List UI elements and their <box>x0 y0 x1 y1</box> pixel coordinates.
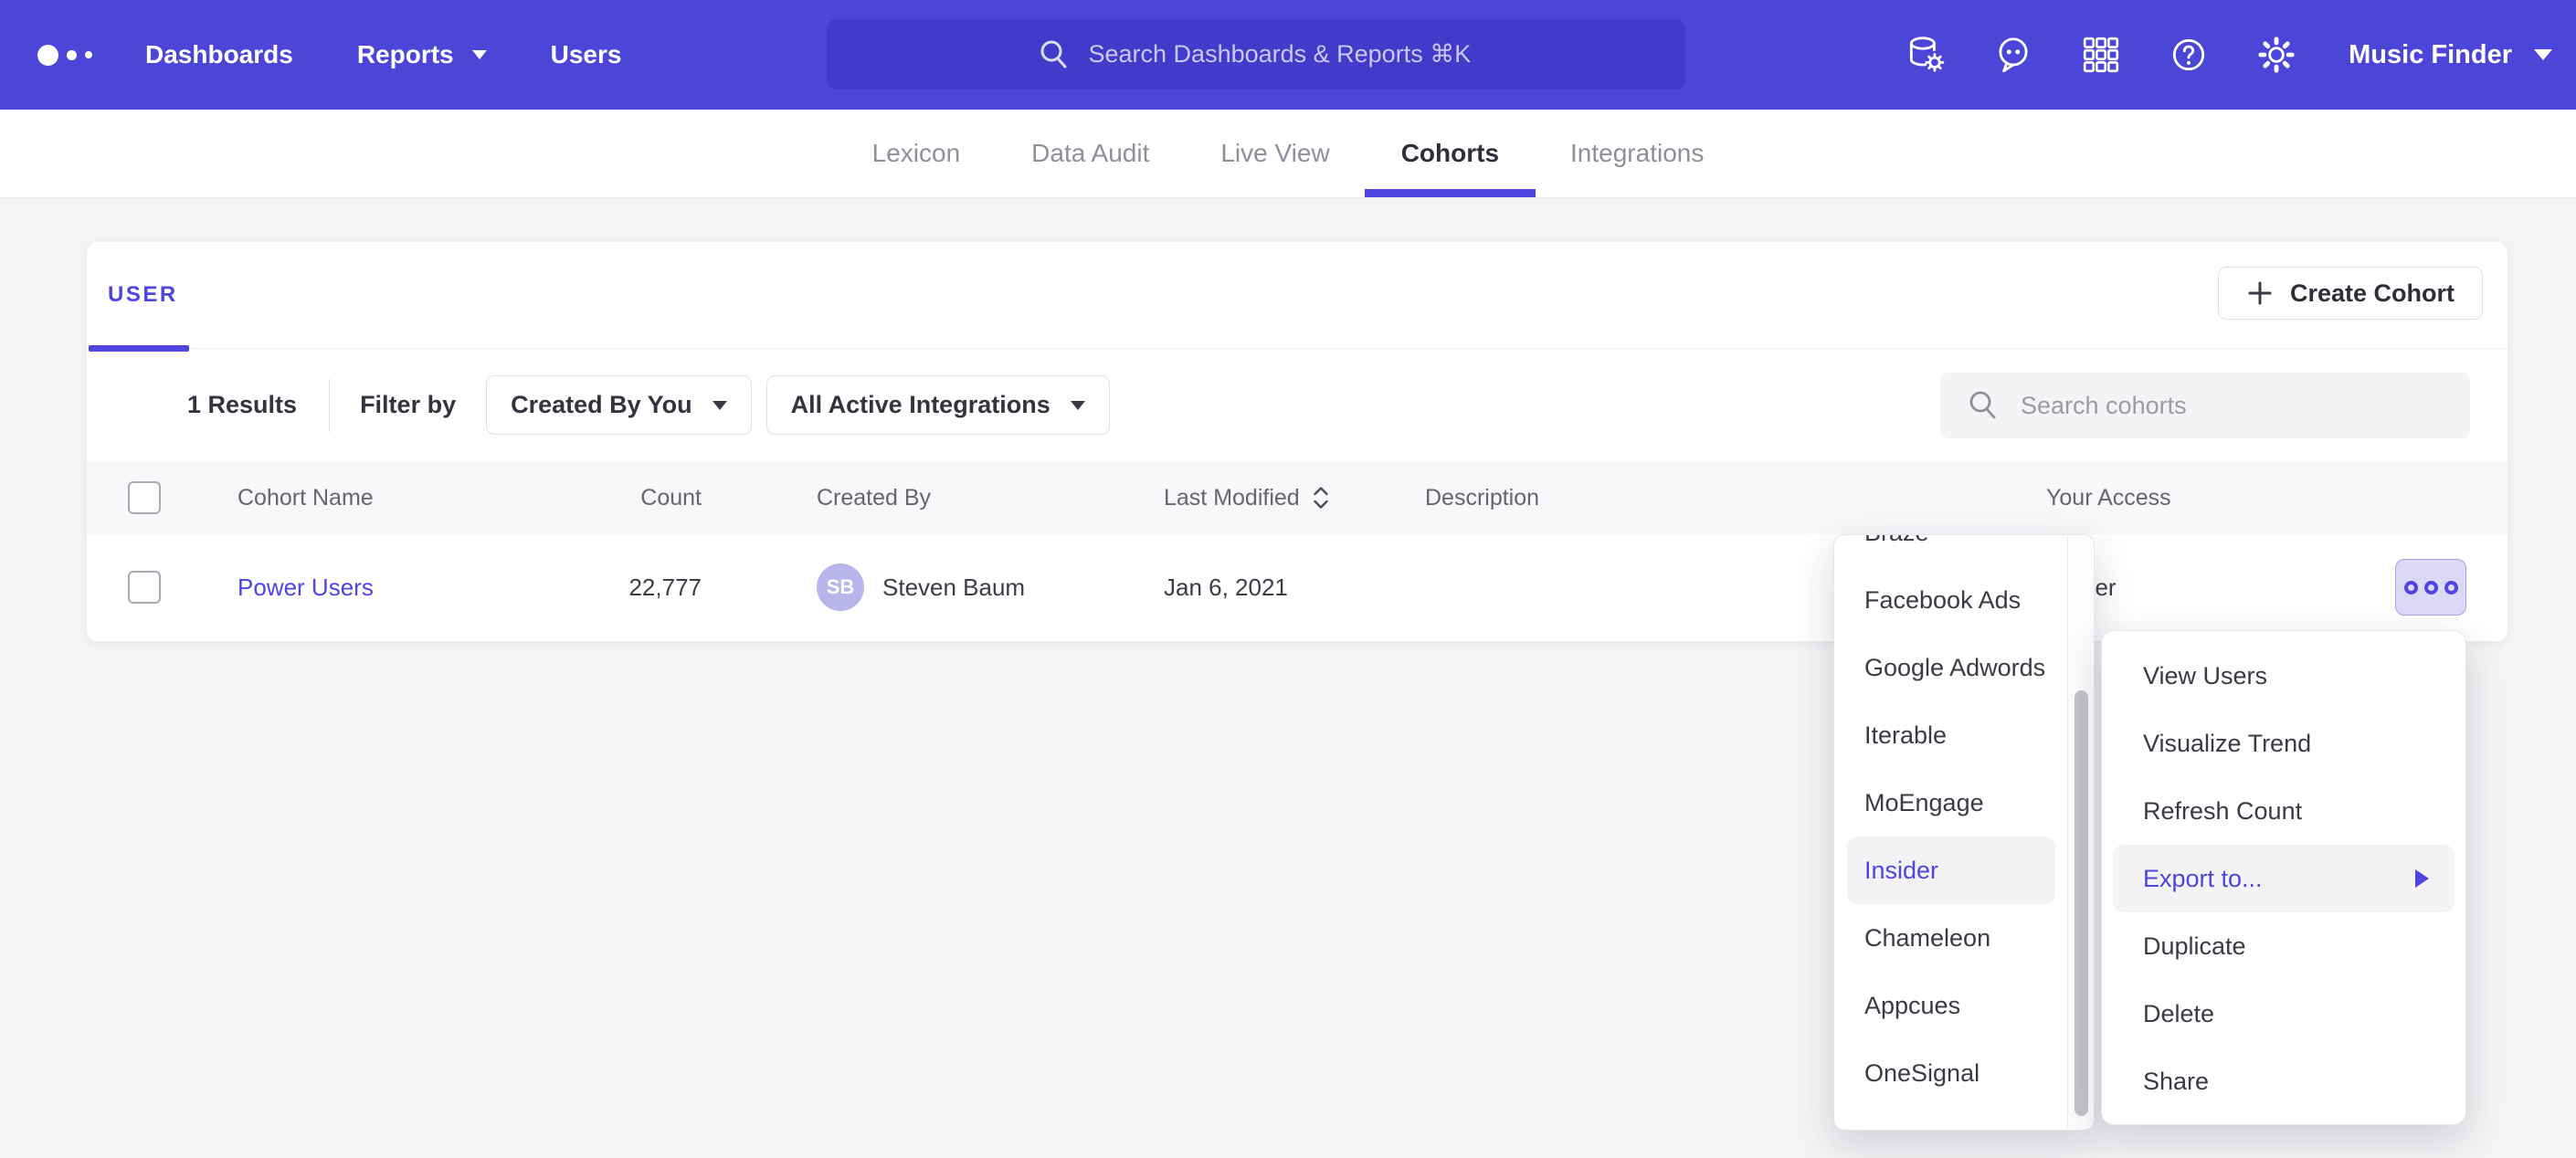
select-all-checkbox[interactable] <box>128 481 161 514</box>
chevron-down-icon <box>472 50 487 59</box>
settings-gear-icon[interactable] <box>2255 34 2297 76</box>
submenu-arrow-icon <box>2415 869 2429 888</box>
tab-integrations[interactable]: Integrations <box>1570 110 1704 197</box>
last-modified-date: Jan 6, 2021 <box>1164 574 1425 602</box>
logo-dot <box>67 50 77 60</box>
chevron-down-icon <box>2534 49 2552 60</box>
nav-dashboards[interactable]: Dashboards <box>145 40 293 69</box>
chevron-down-icon <box>1071 401 1085 410</box>
submenu-scrollbar-thumb[interactable] <box>2075 690 2088 1116</box>
menu-item-view-users[interactable]: View Users <box>2102 642 2465 710</box>
ellipsis-circle-icon <box>2404 581 2418 595</box>
menu-item-chameleon[interactable]: Chameleon <box>1834 904 2094 972</box>
menu-item-google-adwords[interactable]: Google Adwords <box>1834 634 2094 701</box>
tab-data-audit[interactable]: Data Audit <box>1031 110 1149 197</box>
nav-reports[interactable]: Reports <box>357 40 487 69</box>
plus-icon <box>2246 279 2274 307</box>
integrations-filter-value: All Active Integrations <box>791 391 1050 419</box>
menu-item-moengage[interactable]: MoEngage <box>1834 769 2094 837</box>
cohort-count: 22,777 <box>493 574 702 602</box>
logo-dot <box>37 45 58 66</box>
ellipsis-circle-icon <box>2424 581 2438 595</box>
menu-item-onesignal[interactable]: OneSignal <box>1834 1039 2094 1107</box>
menu-item-braze[interactable]: Braze <box>1834 534 2094 566</box>
table-row: Power Users 22,777 SB Steven Baum Jan 6,… <box>87 534 2507 640</box>
create-cohort-label: Create Cohort <box>2290 279 2455 308</box>
integrations-filter-dropdown[interactable]: All Active Integrations <box>766 375 1110 435</box>
project-switcher[interactable]: Music Finder <box>2349 40 2552 70</box>
filter-toolbar: 1 Results Filter by Created By You All A… <box>87 349 2507 461</box>
column-last-modified[interactable]: Last Modified <box>1164 484 1425 511</box>
cohort-search[interactable] <box>1940 373 2470 438</box>
row-checkbox[interactable] <box>128 571 161 604</box>
data-management-icon[interactable] <box>1905 34 1947 76</box>
help-icon[interactable] <box>2168 34 2210 76</box>
nav-dashboards-label: Dashboards <box>145 40 293 69</box>
row-actions-button[interactable] <box>2395 559 2466 616</box>
cohort-name-link[interactable]: Power Users <box>238 574 493 602</box>
tab-lexicon[interactable]: Lexicon <box>872 110 961 197</box>
menu-item-refresh-count[interactable]: Refresh Count <box>2102 777 2465 845</box>
feedback-icon[interactable] <box>1992 34 2034 76</box>
table-header: Cohort Name Count Created By Last Modifi… <box>87 461 2507 534</box>
sort-icon <box>1311 484 1331 511</box>
export-to-label: Export to... <box>2143 865 2263 893</box>
primary-nav: Dashboards Reports Users <box>145 40 621 69</box>
project-name: Music Finder <box>2349 40 2512 70</box>
chevron-down-icon <box>713 401 727 410</box>
tab-user[interactable]: USER <box>108 282 178 308</box>
top-navigation-bar: Dashboards Reports Users <box>0 0 2576 110</box>
mixpanel-logo-icon[interactable] <box>37 45 92 66</box>
nav-users-label: Users <box>551 40 622 69</box>
created-by-filter-value: Created By You <box>511 391 692 419</box>
created-by-filter-dropdown[interactable]: Created By You <box>486 375 752 435</box>
search-icon <box>1037 37 1072 72</box>
topbar-actions: Music Finder <box>1905 0 2552 110</box>
global-search-input[interactable] <box>1089 40 1476 68</box>
cohort-search-input[interactable] <box>2021 392 2444 420</box>
ellipsis-circle-icon <box>2444 581 2458 595</box>
tab-cohorts[interactable]: Cohorts <box>1401 110 1499 197</box>
nav-reports-label: Reports <box>357 40 454 69</box>
apps-grid-icon[interactable] <box>2080 34 2122 76</box>
created-by-name: Steven Baum <box>882 574 1025 602</box>
menu-item-share[interactable]: Share <box>2102 1047 2465 1115</box>
avatar: SB <box>817 563 864 611</box>
export-destinations-list: Braze Facebook Ads Google Adwords Iterab… <box>1834 534 2094 1118</box>
menu-item-visualize-trend[interactable]: Visualize Trend <box>2102 710 2465 777</box>
column-description: Description <box>1425 485 2046 511</box>
create-cohort-button[interactable]: Create Cohort <box>2218 267 2483 320</box>
menu-item-delete[interactable]: Delete <box>2102 980 2465 1047</box>
cohorts-panel: USER Create Cohort 1 Results Filter by C… <box>87 242 2507 641</box>
search-icon <box>1966 388 2001 423</box>
global-search[interactable] <box>827 19 1685 89</box>
menu-item-appcues[interactable]: Appcues <box>1834 972 2094 1039</box>
cohorts-page: Dashboards Reports Users <box>0 0 2576 1158</box>
cohort-actions-menu: View Users Visualize Trend Refresh Count… <box>2101 630 2466 1125</box>
tab-live-view[interactable]: Live View <box>1220 110 1329 197</box>
menu-item-facebook-ads[interactable]: Facebook Ads <box>1834 566 2094 634</box>
section-tabs: Lexicon Data Audit Live View Cohorts Int… <box>0 110 2576 198</box>
column-your-access: Your Access <box>2046 485 2343 511</box>
results-count: 1 Results <box>187 391 297 419</box>
menu-item-insider[interactable]: Insider <box>1847 837 2055 904</box>
column-cohort-name: Cohort Name <box>238 485 493 511</box>
column-created-by: Created By <box>702 485 1164 511</box>
logo-dot <box>85 51 92 58</box>
menu-item-iterable[interactable]: Iterable <box>1834 701 2094 769</box>
export-destinations-menu: Braze Facebook Ads Google Adwords Iterab… <box>1833 534 2095 1131</box>
nav-users[interactable]: Users <box>551 40 622 69</box>
column-count: Count <box>493 485 702 511</box>
filter-by-label: Filter by <box>360 391 456 419</box>
menu-item-duplicate[interactable]: Duplicate <box>2102 912 2465 980</box>
divider <box>329 379 330 432</box>
cohort-type-header: USER Create Cohort <box>87 242 2507 349</box>
menu-item-export-to[interactable]: Export to... <box>2113 845 2455 912</box>
